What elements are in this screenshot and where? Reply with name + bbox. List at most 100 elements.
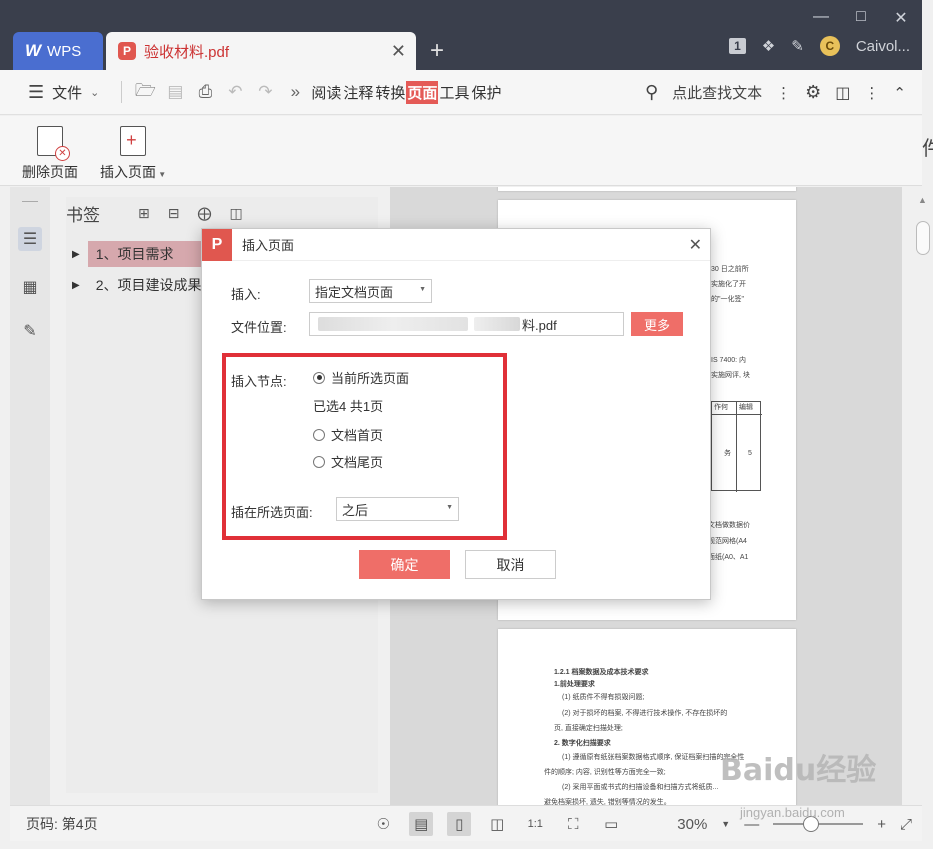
tab-tools[interactable]: 工具 bbox=[438, 81, 470, 104]
two-page-icon[interactable]: ◫ bbox=[485, 812, 509, 836]
redo-icon[interactable]: ↷ bbox=[250, 82, 280, 102]
selected-info: 已选4 共1页 bbox=[313, 399, 384, 414]
fit-width-icon[interactable]: ▭ bbox=[599, 812, 623, 836]
fullscreen-icon[interactable]: ⤢ bbox=[900, 816, 912, 833]
ok-button[interactable]: 确定 bbox=[359, 550, 450, 579]
dialog-title: 插入页面 bbox=[242, 238, 295, 253]
print-icon[interactable]: ⎙ bbox=[190, 82, 220, 102]
insert-page-label: 插入页面 ▼ bbox=[100, 164, 167, 180]
bookmark-title: 书签 bbox=[66, 205, 100, 225]
page-text: 编辑 bbox=[739, 404, 753, 411]
comment-icon[interactable]: ◫ bbox=[835, 83, 850, 103]
page-text: 件的顺序; 内容, 识别性等方面完全一致; bbox=[544, 769, 666, 776]
menu-bar: ☰ 文件 ⌄ 🗁 ▤ ⎙ ↶ ↷ » 阅读 注释 转换 页面 工具 保护 ⚲ 点… bbox=[0, 70, 922, 115]
collapse-ribbon-icon[interactable]: ⌃ bbox=[893, 84, 906, 102]
left-rail: ☰ ▦ ✎ bbox=[10, 187, 50, 805]
new-tab-button[interactable]: + bbox=[430, 32, 444, 70]
bookmark-icon[interactable]: ◫ bbox=[229, 205, 242, 222]
close-icon[interactable]: ✕ bbox=[890, 8, 912, 28]
watermark-url: jingyan.baidu.com bbox=[740, 805, 845, 820]
signature-icon[interactable]: ✎ bbox=[18, 319, 42, 343]
gear-icon[interactable]: ⚙ bbox=[805, 82, 821, 103]
page-text: 实施网评, 块 bbox=[711, 372, 750, 379]
zoom-slider[interactable] bbox=[773, 816, 864, 832]
tab-count-badge[interactable]: 1 bbox=[729, 38, 746, 54]
continuous-view-icon[interactable]: ▤ bbox=[409, 812, 434, 836]
add-bookmark-icon[interactable]: ⨁ bbox=[197, 205, 211, 222]
zoom-dropdown-icon[interactable]: ▼ bbox=[721, 819, 730, 829]
save-icon[interactable]: ▤ bbox=[160, 82, 190, 102]
eye-protection-icon[interactable]: ☉ bbox=[371, 812, 395, 836]
sync-icon[interactable]: ❖ bbox=[762, 37, 775, 55]
minimize-icon[interactable]: — bbox=[810, 8, 832, 28]
page-text: 2. 数字化扫描要求 bbox=[554, 740, 611, 747]
tab-convert[interactable]: 转换 bbox=[374, 81, 406, 104]
tab-page[interactable]: 页面 bbox=[406, 80, 439, 104]
file-location-label: 文件位置: bbox=[231, 320, 287, 335]
expand-all-icon[interactable]: ⊞ bbox=[138, 205, 150, 222]
insert-source-select[interactable]: 指定文档页面 ▼ bbox=[309, 279, 432, 303]
more-tools-icon[interactable]: » bbox=[280, 82, 310, 102]
radio-label: 文档首页 bbox=[331, 428, 384, 443]
expand-arrow-icon[interactable]: ▶ bbox=[72, 249, 80, 260]
insert-page-button[interactable]: + 插入页面 ▼ bbox=[100, 126, 166, 182]
open-folder-icon[interactable]: 🗁 bbox=[130, 78, 160, 107]
insert-page-icon: + bbox=[120, 126, 147, 156]
tab-protect[interactable]: 保护 bbox=[470, 81, 502, 104]
user-name[interactable]: Caivol... bbox=[856, 38, 910, 55]
maximize-icon[interactable]: □ bbox=[850, 8, 872, 28]
more-button[interactable]: 更多 bbox=[631, 312, 683, 336]
position-select[interactable]: 之后 ▼ bbox=[336, 497, 459, 521]
radio-current-page[interactable]: 当前所选页面 bbox=[313, 368, 409, 387]
close-icon[interactable]: ✕ bbox=[689, 235, 702, 255]
cancel-button[interactable]: 取消 bbox=[465, 550, 556, 579]
more-icon[interactable]: ⋮ bbox=[864, 84, 879, 102]
undo-icon[interactable]: ↶ bbox=[220, 82, 250, 102]
document-page bbox=[498, 187, 796, 191]
tab-annotate[interactable]: 注释 bbox=[342, 81, 374, 104]
vertical-scrollbar[interactable]: ▲ bbox=[913, 187, 933, 805]
divider bbox=[121, 81, 123, 103]
avatar[interactable]: C bbox=[819, 36, 840, 56]
page-text: (1) 遵循原有纸张档案数据格式顺序, 保证档案扫描的完全性 bbox=[562, 754, 745, 761]
thumbnail-icon[interactable]: ▦ bbox=[18, 275, 42, 299]
radio-button[interactable] bbox=[313, 455, 325, 468]
delete-page-button[interactable]: ✕ 删除页面 bbox=[22, 126, 78, 182]
expand-arrow-icon[interactable]: ▶ bbox=[72, 280, 80, 291]
file-menu-button[interactable]: ☰ 文件 ⌄ bbox=[28, 82, 99, 103]
delete-page-icon: ✕ bbox=[37, 126, 70, 161]
tab-close-icon[interactable]: ✕ bbox=[391, 41, 406, 62]
zoom-in-icon[interactable]: + bbox=[877, 816, 886, 833]
outline-icon[interactable]: ☰ bbox=[18, 227, 42, 251]
scrollbar-thumb[interactable] bbox=[916, 221, 930, 255]
tab-document[interactable]: P 验收材料.pdf ✕ bbox=[106, 32, 416, 70]
single-page-icon[interactable]: ▯ bbox=[447, 812, 472, 836]
tab-read[interactable]: 阅读 bbox=[310, 81, 342, 104]
radio-first-page[interactable]: 文档首页 bbox=[313, 425, 383, 444]
page-text: 30 日之前所 bbox=[711, 266, 749, 273]
search-text-button[interactable]: 点此查找文本 bbox=[672, 82, 762, 103]
scroll-up-icon[interactable]: ▲ bbox=[918, 195, 927, 205]
skin-icon[interactable]: ✎ bbox=[791, 37, 804, 55]
file-path-field[interactable]: 料.pdf bbox=[309, 312, 624, 336]
tab-wps[interactable]: W WPS bbox=[13, 32, 103, 70]
actual-size-icon[interactable]: 1:1 bbox=[523, 812, 547, 836]
page-text: 实施化了开 bbox=[711, 281, 746, 288]
radio-button[interactable] bbox=[313, 371, 325, 384]
collapse-all-icon[interactable]: ⊟ bbox=[168, 205, 180, 222]
hamburger-icon: ☰ bbox=[28, 81, 45, 102]
kebab-icon[interactable]: ⋮ bbox=[776, 84, 791, 102]
page-number[interactable]: 页码: 第4页 bbox=[26, 814, 98, 834]
search-icon[interactable]: ⚲ bbox=[645, 82, 658, 103]
file-name-value: 料.pdf bbox=[522, 317, 557, 333]
zoom-value[interactable]: 30% bbox=[677, 816, 707, 833]
wps-logo-icon: W bbox=[25, 41, 42, 60]
fit-page-icon[interactable]: ⛶ bbox=[561, 812, 585, 836]
radio-button[interactable] bbox=[313, 428, 325, 441]
radio-last-page[interactable]: 文档尾页 bbox=[313, 452, 383, 471]
page-text: 规范网格(A4 bbox=[708, 538, 747, 545]
page-text: 文档做数据价 bbox=[708, 522, 750, 529]
ribbon: ✕ 删除页面 + 插入页面 ▼ bbox=[0, 116, 922, 186]
insert-source-value: 指定文档页面 bbox=[315, 284, 394, 300]
bookmark-item[interactable]: ▶ 2、项目建设成果 bbox=[72, 272, 210, 298]
